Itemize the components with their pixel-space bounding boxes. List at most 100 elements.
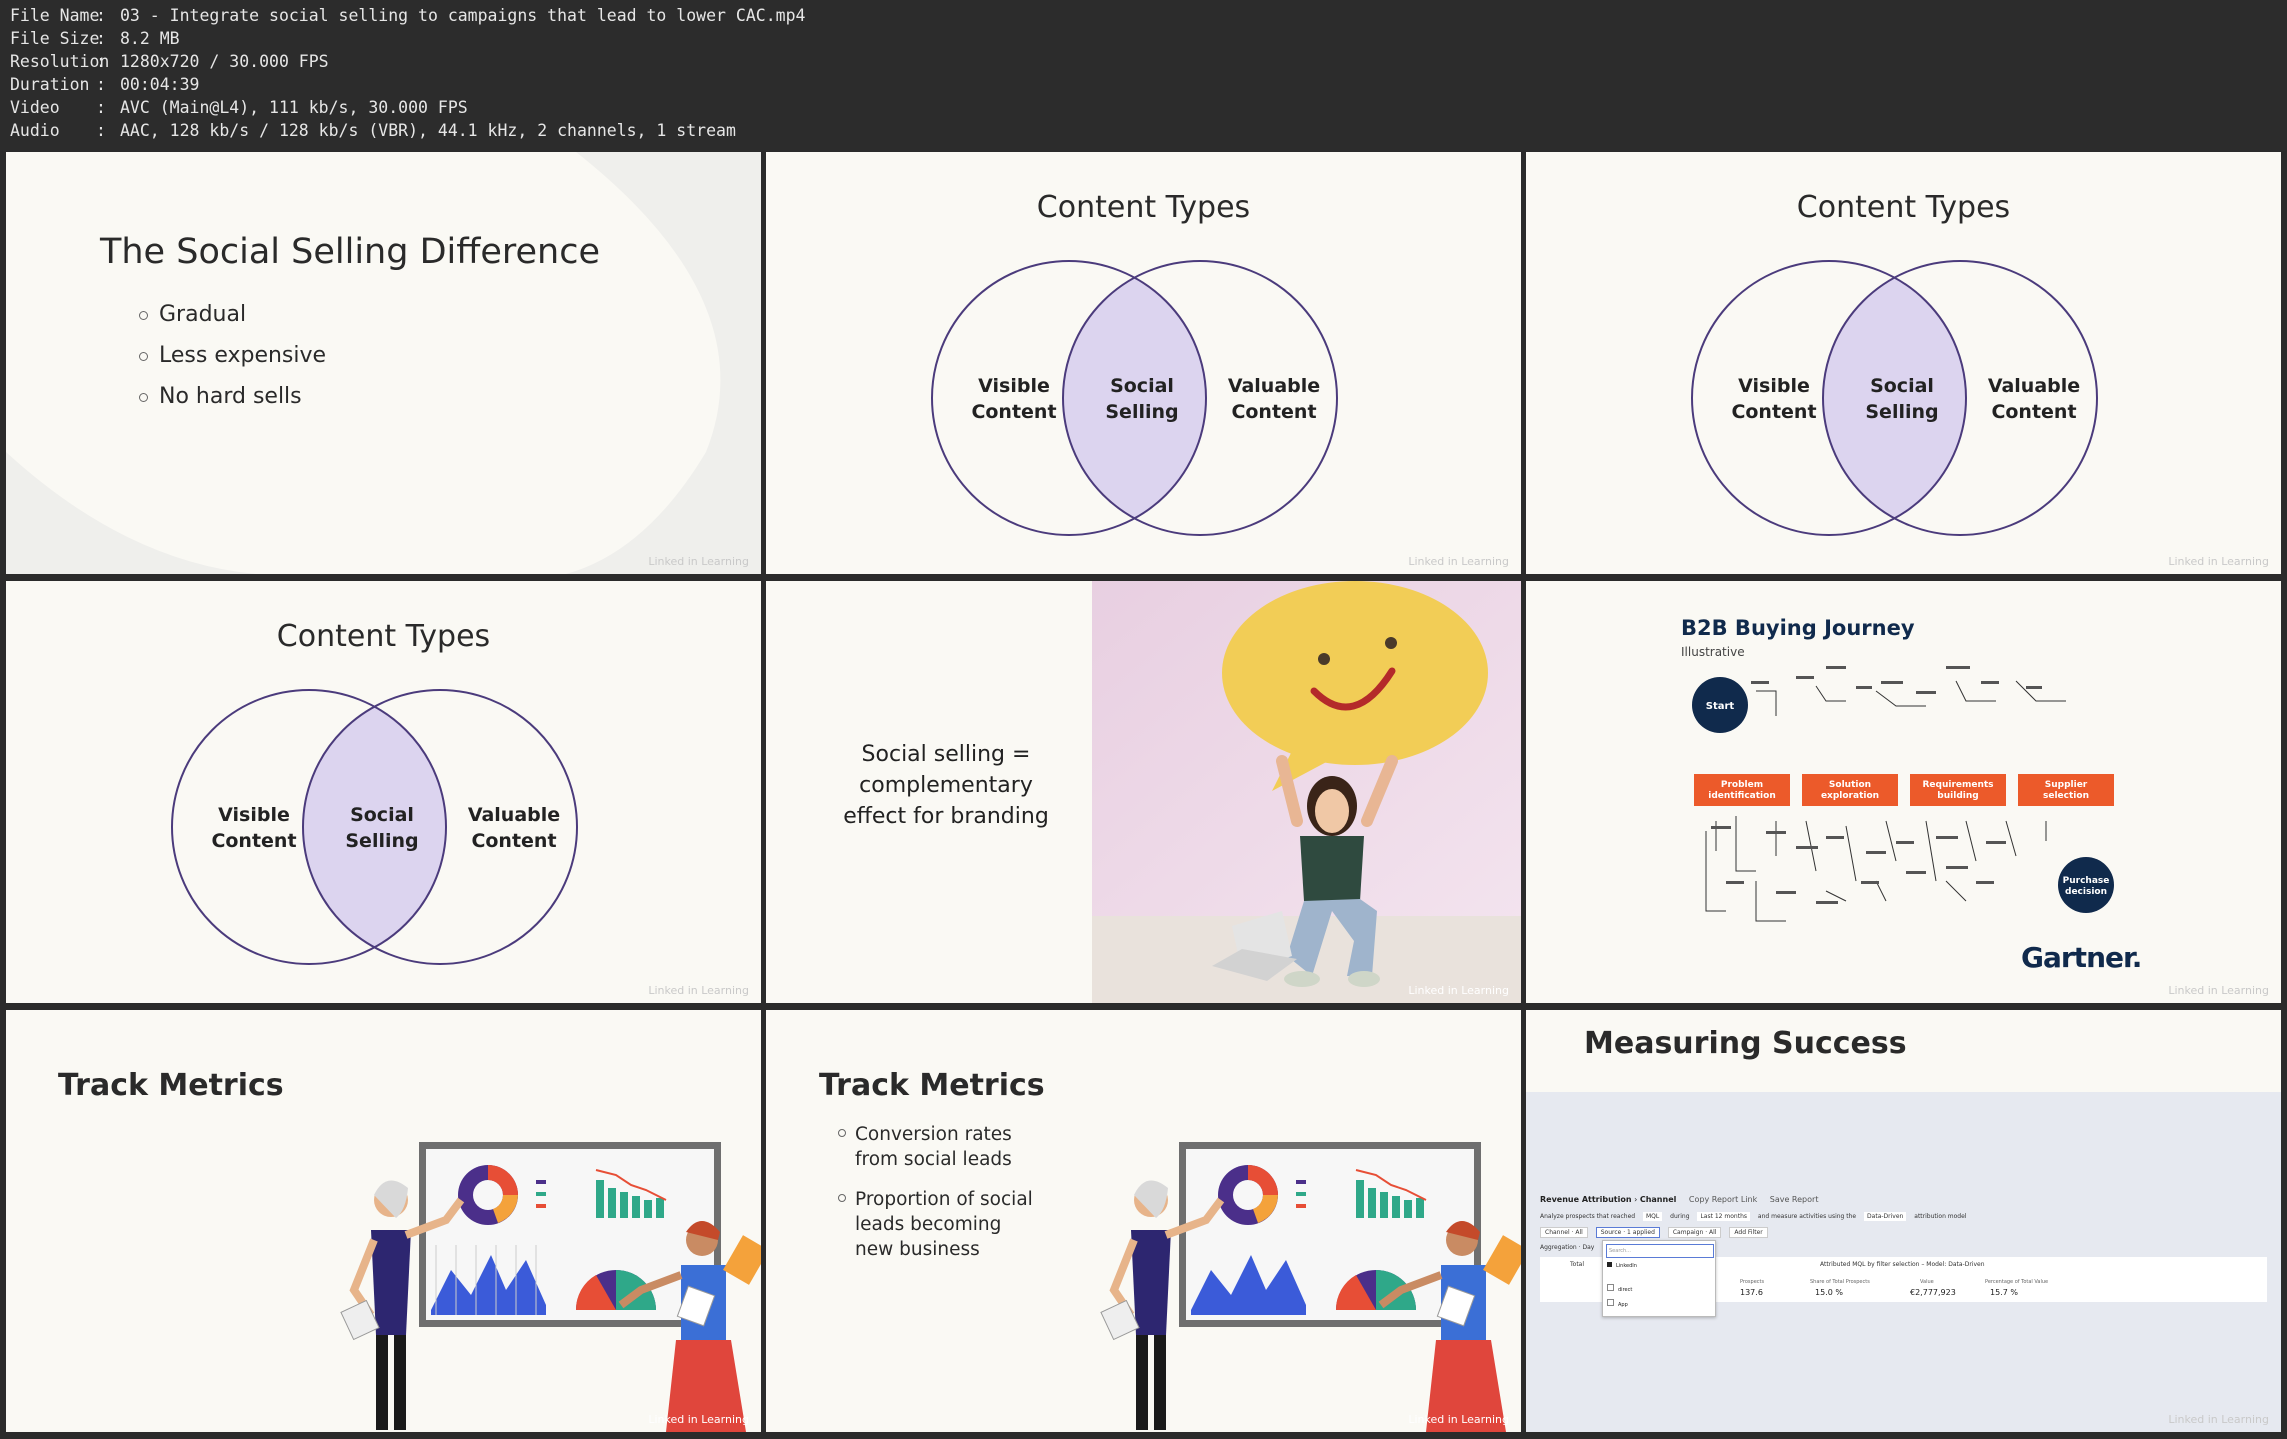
table-cell-value: 15.0 % bbox=[1815, 1288, 1843, 1297]
dropdown-search-input[interactable]: Search... bbox=[1606, 1244, 1714, 1258]
venn-right-label: Valuable bbox=[1228, 375, 1320, 397]
file-info-key: File Name bbox=[10, 6, 100, 25]
linkedin-learning-watermark: Linked in Learning bbox=[648, 1413, 749, 1426]
table-column-header: Share of Total Prospects bbox=[1810, 1279, 1870, 1285]
gartner-logo: Gartner. bbox=[2021, 941, 2142, 974]
table-cell-value: 15.7 % bbox=[1990, 1288, 2018, 1297]
venn-left-label: Visible bbox=[218, 804, 290, 826]
linkedin-learning-watermark: Linked in Learning bbox=[648, 984, 749, 997]
file-info-row: File Name: 03 - Integrate social selling … bbox=[10, 4, 805, 27]
slide-text: Social selling = complementary effect fo… bbox=[816, 739, 1076, 832]
file-info-value: 00:04:39 bbox=[120, 75, 200, 94]
thumbnail-content-types[interactable]: Content Types Visible Content Social Sel… bbox=[1526, 152, 2281, 574]
file-info-sep: : bbox=[96, 29, 106, 48]
metrics-illustration bbox=[340, 1142, 761, 1432]
dropdown-option[interactable]: direct bbox=[1607, 1284, 1632, 1293]
linkedin-learning-watermark: Linked in Learning bbox=[2168, 555, 2269, 568]
slide-text-line: Social selling = bbox=[861, 742, 1031, 767]
table-cell-value: 137.6 bbox=[1740, 1288, 1763, 1297]
report-screenshot: Revenue Attribution › Channel Copy Repor… bbox=[1526, 1092, 2281, 1432]
source-dropdown: Search... LinkedIn direct App bbox=[1602, 1240, 1716, 1317]
file-info-panel: File Name: 03 - Integrate social selling … bbox=[0, 0, 2287, 151]
copy-link-button[interactable]: Copy Report Link bbox=[1689, 1195, 1757, 1204]
thumbnail-track-metrics[interactable]: Track Metrics Linked in Learning bbox=[6, 1010, 761, 1432]
report-heading: Revenue Attribution bbox=[1540, 1195, 1632, 1204]
table-cell-value: €2,777,923 bbox=[1910, 1288, 1956, 1297]
date-range-select[interactable]: Last 12 months bbox=[1697, 1212, 1750, 1221]
linkedin-learning-watermark: Linked in Learning bbox=[1408, 1413, 1509, 1426]
slide-title: Track Metrics bbox=[819, 1068, 1045, 1103]
source-filter[interactable]: Source · 1 applied bbox=[1595, 1227, 1660, 1238]
option-label: LinkedIn bbox=[1616, 1263, 1637, 1269]
table-caption: Attributed MQL by filter selection – Mod… bbox=[1820, 1261, 1985, 1268]
filter-bar: Channel · All Source · 1 applied Campaig… bbox=[1540, 1227, 1768, 1238]
table-column-header: Prospects bbox=[1740, 1279, 1765, 1285]
table-column-header: Percentage of Total Value bbox=[1985, 1279, 2049, 1285]
venn-right-label: Content bbox=[1231, 401, 1316, 423]
bullet-item: No hard sells bbox=[139, 384, 302, 409]
venn-center-label: Social bbox=[1110, 375, 1174, 397]
stage-label: exploration bbox=[1821, 791, 1879, 801]
checkbox-icon bbox=[1607, 1284, 1614, 1291]
option-label: App bbox=[1618, 1302, 1628, 1308]
file-info-key: Audio bbox=[10, 121, 60, 140]
thumbnail-social-selling-difference[interactable]: The Social Selling Difference Gradual Le… bbox=[6, 152, 761, 574]
file-info-key: Duration bbox=[10, 75, 90, 94]
file-info-row: Duration:00:04:39 bbox=[10, 73, 199, 96]
dropdown-option[interactable]: App bbox=[1607, 1299, 1628, 1308]
linkedin-learning-watermark: Linked in Learning bbox=[2168, 984, 2269, 997]
file-info-value: AVC (Main@L4), 111 kb/s, 30.000 FPS bbox=[120, 98, 468, 117]
linkedin-learning-watermark: Linked in Learning bbox=[1408, 984, 1509, 997]
linkedin-learning-watermark: Linked in Learning bbox=[2168, 1413, 2269, 1426]
end-node-label: Purchase bbox=[2063, 876, 2110, 886]
table-column-header: Value bbox=[1920, 1279, 1934, 1285]
venn-right-label: Content bbox=[1991, 401, 2076, 423]
stage-select[interactable]: MQL bbox=[1643, 1212, 1663, 1221]
thumbnail-content-types[interactable]: Content Types Visible Content Social Sel… bbox=[766, 152, 1521, 574]
buying-journey-diagram: Start Purchase decision Problem identifi… bbox=[1692, 666, 2114, 922]
channel-filter[interactable]: Channel · All bbox=[1540, 1227, 1588, 1238]
thumbnail-b2b-buying-journey[interactable]: B2B Buying Journey Illustrative Start Pu… bbox=[1526, 581, 2281, 1003]
checkbox-icon bbox=[1607, 1299, 1614, 1306]
smiley-photo bbox=[1092, 581, 1521, 1003]
aggregation-select[interactable]: Aggregation · Day bbox=[1540, 1244, 1594, 1251]
bullet-item: Less expensive bbox=[138, 343, 327, 368]
file-info-sep: : bbox=[96, 75, 106, 94]
file-info-row: Video: AVC (Main@L4), 111 kb/s, 30.000 FP… bbox=[10, 96, 468, 119]
query-text: and measure activities using the bbox=[1757, 1213, 1857, 1220]
venn-center-label: Selling bbox=[345, 830, 418, 852]
file-info-row: Resolution: 1280x720 / 30.000 FPS bbox=[10, 50, 329, 73]
venn-left-label: Content bbox=[1731, 401, 1816, 423]
campaign-filter[interactable]: Campaign · All bbox=[1667, 1227, 1722, 1238]
venn-left-label: Content bbox=[971, 401, 1056, 423]
bullet-item: Gradual bbox=[138, 302, 247, 327]
add-filter-button[interactable]: Add Filter bbox=[1729, 1227, 1768, 1238]
slide-title: The Social Selling Difference bbox=[100, 232, 600, 272]
thumbnail-content-types[interactable]: Content Types Visible Content Social Sel… bbox=[6, 581, 761, 1003]
file-info-value: 1280x720 / 30.000 FPS bbox=[120, 52, 329, 71]
file-info-sep: : bbox=[96, 52, 106, 71]
model-select[interactable]: Data-Driven bbox=[1864, 1212, 1907, 1221]
slide-title: Track Metrics bbox=[58, 1068, 284, 1103]
save-report-button[interactable]: Save Report bbox=[1770, 1195, 1819, 1204]
file-info-row: File Size: 8.2 MB bbox=[10, 27, 180, 50]
venn-center-label: Social bbox=[1870, 375, 1934, 397]
background-arc bbox=[6, 152, 761, 574]
stage-label: identification bbox=[1708, 791, 1775, 801]
file-info-value: AAC, 128 kb/s / 128 kb/s (VBR), 44.1 kHz… bbox=[120, 121, 736, 140]
venn-diagram: Visible Content Social Selling Valuable … bbox=[1691, 260, 2098, 536]
stage-label: building bbox=[1937, 791, 1978, 801]
dropdown-option[interactable]: LinkedIn bbox=[1607, 1262, 1637, 1269]
start-node-label: Start bbox=[1706, 701, 1735, 712]
file-info-key: File Size bbox=[10, 29, 100, 48]
thumbnail-branding-effect[interactable]: Social selling = complementary effect fo… bbox=[766, 581, 1521, 1003]
thumbnail-track-metrics-bullets[interactable]: Track Metrics Conversion rates from soci… bbox=[766, 1010, 1521, 1432]
venn-right-label: Valuable bbox=[1988, 375, 2080, 397]
venn-diagram: Visible Content Social Selling Valuable … bbox=[931, 260, 1338, 536]
venn-diagram: Visible Content Social Selling Valuable … bbox=[171, 689, 578, 965]
thumbnail-measuring-success[interactable]: Measuring Success Revenue Attribution › … bbox=[1526, 1010, 2281, 1432]
venn-left-label: Visible bbox=[1738, 375, 1810, 397]
stage-label: Supplier bbox=[2045, 780, 2088, 790]
venn-right-label: Valuable bbox=[468, 804, 560, 826]
report-header: Revenue Attribution › Channel Copy Repor… bbox=[1540, 1195, 1818, 1204]
